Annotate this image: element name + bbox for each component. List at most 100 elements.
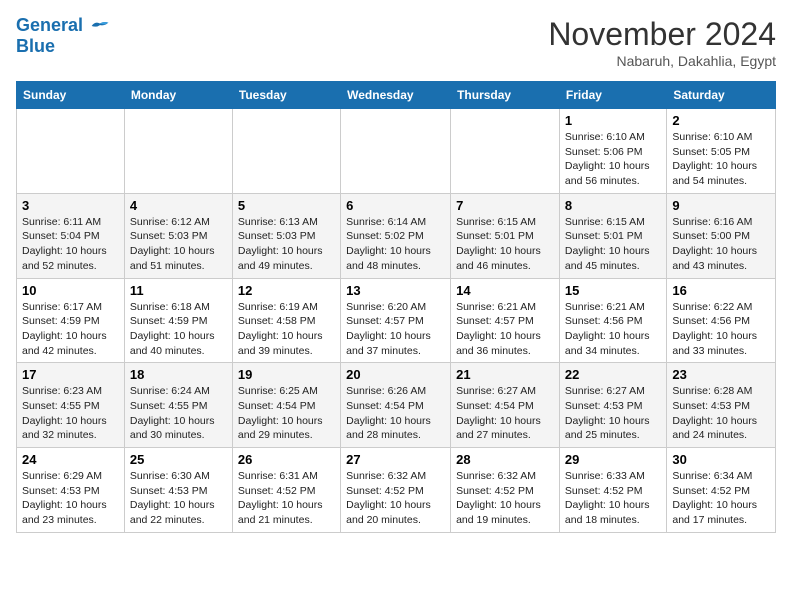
day-number: 28 bbox=[456, 452, 554, 467]
day-info: Sunrise: 6:16 AMSunset: 5:00 PMDaylight:… bbox=[672, 215, 770, 274]
day-number: 20 bbox=[346, 367, 445, 382]
day-info: Sunrise: 6:32 AMSunset: 4:52 PMDaylight:… bbox=[456, 469, 554, 528]
day-number: 10 bbox=[22, 283, 119, 298]
day-number: 23 bbox=[672, 367, 770, 382]
calendar-cell: 9Sunrise: 6:16 AMSunset: 5:00 PMDaylight… bbox=[667, 193, 776, 278]
calendar-cell: 16 Sunrise: 6:22 AMSunset: 4:56 PMDayligh… bbox=[667, 278, 776, 363]
day-info: Sunrise: 6:25 AMSunset: 4:54 PMDaylight:… bbox=[238, 384, 335, 443]
day-number: 2 bbox=[672, 113, 770, 128]
calendar-cell: 4 Sunrise: 6:12 AMSunset: 5:03 PMDaylight… bbox=[124, 193, 232, 278]
calendar-cell: 24 Sunrise: 6:29 AMSunset: 4:53 PMDayligh… bbox=[17, 448, 125, 533]
day-info: Sunrise: 6:10 AMSunset: 5:06 PMDaylight:… bbox=[565, 130, 661, 189]
day-info: Sunrise: 6:29 AMSunset: 4:53 PMDaylight:… bbox=[22, 469, 119, 528]
calendar-cell: 6 Sunrise: 6:14 AMSunset: 5:02 PMDaylight… bbox=[341, 193, 451, 278]
day-number: 4 bbox=[130, 198, 227, 213]
calendar-cell: 7Sunrise: 6:15 AMSunset: 5:01 PMDaylight… bbox=[451, 193, 560, 278]
day-number: 19 bbox=[238, 367, 335, 382]
weekday-header-saturday: Saturday bbox=[667, 82, 776, 109]
calendar-cell: 3 Sunrise: 6:11 AMSunset: 5:04 PMDaylight… bbox=[17, 193, 125, 278]
day-info: Sunrise: 6:22 AMSunset: 4:56 PMDaylight:… bbox=[672, 300, 770, 359]
calendar-cell: 15Sunrise: 6:21 AMSunset: 4:56 PMDayligh… bbox=[559, 278, 666, 363]
calendar-cell bbox=[341, 109, 451, 194]
logo-bird-icon bbox=[90, 19, 110, 33]
day-info: Sunrise: 6:20 AMSunset: 4:57 PMDaylight:… bbox=[346, 300, 445, 359]
month-title: November 2024 bbox=[548, 16, 776, 53]
day-number: 13 bbox=[346, 283, 445, 298]
day-info: Sunrise: 6:21 AMSunset: 4:56 PMDaylight:… bbox=[565, 300, 661, 359]
calendar-cell: 1 Sunrise: 6:10 AMSunset: 5:06 PMDaylight… bbox=[559, 109, 666, 194]
day-number: 18 bbox=[130, 367, 227, 382]
day-info: Sunrise: 6:18 AMSunset: 4:59 PMDaylight:… bbox=[130, 300, 227, 359]
day-number: 24 bbox=[22, 452, 119, 467]
location-title: Nabaruh, Dakahlia, Egypt bbox=[548, 53, 776, 69]
calendar-week-row: 24 Sunrise: 6:29 AMSunset: 4:53 PMDayligh… bbox=[17, 448, 776, 533]
weekday-header-friday: Friday bbox=[559, 82, 666, 109]
day-number: 25 bbox=[130, 452, 227, 467]
day-info: Sunrise: 6:32 AMSunset: 4:52 PMDaylight:… bbox=[346, 469, 445, 528]
day-number: 12 bbox=[238, 283, 335, 298]
day-number: 1 bbox=[565, 113, 661, 128]
logo-blue: Blue bbox=[16, 36, 55, 57]
calendar-cell: 26Sunrise: 6:31 AMSunset: 4:52 PMDayligh… bbox=[232, 448, 340, 533]
day-info: Sunrise: 6:31 AMSunset: 4:52 PMDaylight:… bbox=[238, 469, 335, 528]
calendar-cell: 19 Sunrise: 6:25 AMSunset: 4:54 PMDayligh… bbox=[232, 363, 340, 448]
day-number: 11 bbox=[130, 283, 227, 298]
day-info: Sunrise: 6:30 AMSunset: 4:53 PMDaylight:… bbox=[130, 469, 227, 528]
calendar-cell: 5 Sunrise: 6:13 AMSunset: 5:03 PMDaylight… bbox=[232, 193, 340, 278]
day-number: 17 bbox=[22, 367, 119, 382]
calendar-cell: 18 Sunrise: 6:24 AMSunset: 4:55 PMDayligh… bbox=[124, 363, 232, 448]
logo: General Blue bbox=[16, 16, 110, 57]
calendar-cell: 25 Sunrise: 6:30 AMSunset: 4:53 PMDayligh… bbox=[124, 448, 232, 533]
calendar-cell bbox=[451, 109, 560, 194]
calendar-cell bbox=[232, 109, 340, 194]
day-number: 3 bbox=[22, 198, 119, 213]
day-info: Sunrise: 6:19 AMSunset: 4:58 PMDaylight:… bbox=[238, 300, 335, 359]
calendar-cell: 11 Sunrise: 6:18 AMSunset: 4:59 PMDayligh… bbox=[124, 278, 232, 363]
calendar-cell: 13 Sunrise: 6:20 AMSunset: 4:57 PMDayligh… bbox=[341, 278, 451, 363]
calendar-week-row: 1 Sunrise: 6:10 AMSunset: 5:06 PMDaylight… bbox=[17, 109, 776, 194]
day-info: Sunrise: 6:33 AMSunset: 4:52 PMDaylight:… bbox=[565, 469, 661, 528]
calendar-cell: 27 Sunrise: 6:32 AMSunset: 4:52 PMDayligh… bbox=[341, 448, 451, 533]
day-info: Sunrise: 6:15 AMSunset: 5:01 PMDaylight:… bbox=[456, 215, 554, 274]
calendar-cell: 17 Sunrise: 6:23 AMSunset: 4:55 PMDayligh… bbox=[17, 363, 125, 448]
calendar-cell: 2 Sunrise: 6:10 AMSunset: 5:05 PMDaylight… bbox=[667, 109, 776, 194]
day-info: Sunrise: 6:11 AMSunset: 5:04 PMDaylight:… bbox=[22, 215, 119, 274]
weekday-header-row: SundayMondayTuesdayWednesdayThursdayFrid… bbox=[17, 82, 776, 109]
day-info: Sunrise: 6:24 AMSunset: 4:55 PMDaylight:… bbox=[130, 384, 227, 443]
day-info: Sunrise: 6:27 AMSunset: 4:54 PMDaylight:… bbox=[456, 384, 554, 443]
calendar-cell: 28 Sunrise: 6:32 AMSunset: 4:52 PMDayligh… bbox=[451, 448, 560, 533]
day-number: 8 bbox=[565, 198, 661, 213]
day-info: Sunrise: 6:10 AMSunset: 5:05 PMDaylight:… bbox=[672, 130, 770, 189]
calendar-cell: 22 Sunrise: 6:27 AMSunset: 4:53 PMDayligh… bbox=[559, 363, 666, 448]
weekday-header-monday: Monday bbox=[124, 82, 232, 109]
calendar-cell: 10 Sunrise: 6:17 AMSunset: 4:59 PMDayligh… bbox=[17, 278, 125, 363]
day-number: 16 bbox=[672, 283, 770, 298]
day-number: 5 bbox=[238, 198, 335, 213]
calendar-cell: 12 Sunrise: 6:19 AMSunset: 4:58 PMDayligh… bbox=[232, 278, 340, 363]
day-number: 22 bbox=[565, 367, 661, 382]
calendar-week-row: 10 Sunrise: 6:17 AMSunset: 4:59 PMDayligh… bbox=[17, 278, 776, 363]
weekday-header-tuesday: Tuesday bbox=[232, 82, 340, 109]
calendar-cell: 14Sunrise: 6:21 AMSunset: 4:57 PMDayligh… bbox=[451, 278, 560, 363]
day-info: Sunrise: 6:15 AMSunset: 5:01 PMDaylight:… bbox=[565, 215, 661, 274]
day-number: 27 bbox=[346, 452, 445, 467]
day-info: Sunrise: 6:17 AMSunset: 4:59 PMDaylight:… bbox=[22, 300, 119, 359]
calendar-cell bbox=[124, 109, 232, 194]
weekday-header-sunday: Sunday bbox=[17, 82, 125, 109]
calendar-cell bbox=[17, 109, 125, 194]
day-info: Sunrise: 6:12 AMSunset: 5:03 PMDaylight:… bbox=[130, 215, 227, 274]
day-info: Sunrise: 6:14 AMSunset: 5:02 PMDaylight:… bbox=[346, 215, 445, 274]
day-info: Sunrise: 6:26 AMSunset: 4:54 PMDaylight:… bbox=[346, 384, 445, 443]
day-number: 14 bbox=[456, 283, 554, 298]
calendar-cell: 21Sunrise: 6:27 AMSunset: 4:54 PMDayligh… bbox=[451, 363, 560, 448]
calendar-cell: 30Sunrise: 6:34 AMSunset: 4:52 PMDayligh… bbox=[667, 448, 776, 533]
day-info: Sunrise: 6:23 AMSunset: 4:55 PMDaylight:… bbox=[22, 384, 119, 443]
day-number: 6 bbox=[346, 198, 445, 213]
day-info: Sunrise: 6:13 AMSunset: 5:03 PMDaylight:… bbox=[238, 215, 335, 274]
calendar-cell: 20 Sunrise: 6:26 AMSunset: 4:54 PMDayligh… bbox=[341, 363, 451, 448]
day-number: 29 bbox=[565, 452, 661, 467]
calendar-table: SundayMondayTuesdayWednesdayThursdayFrid… bbox=[16, 81, 776, 533]
day-info: Sunrise: 6:34 AMSunset: 4:52 PMDaylight:… bbox=[672, 469, 770, 528]
page-header: General Blue November 2024 Nabaruh, Daka… bbox=[16, 16, 776, 69]
day-info: Sunrise: 6:27 AMSunset: 4:53 PMDaylight:… bbox=[565, 384, 661, 443]
